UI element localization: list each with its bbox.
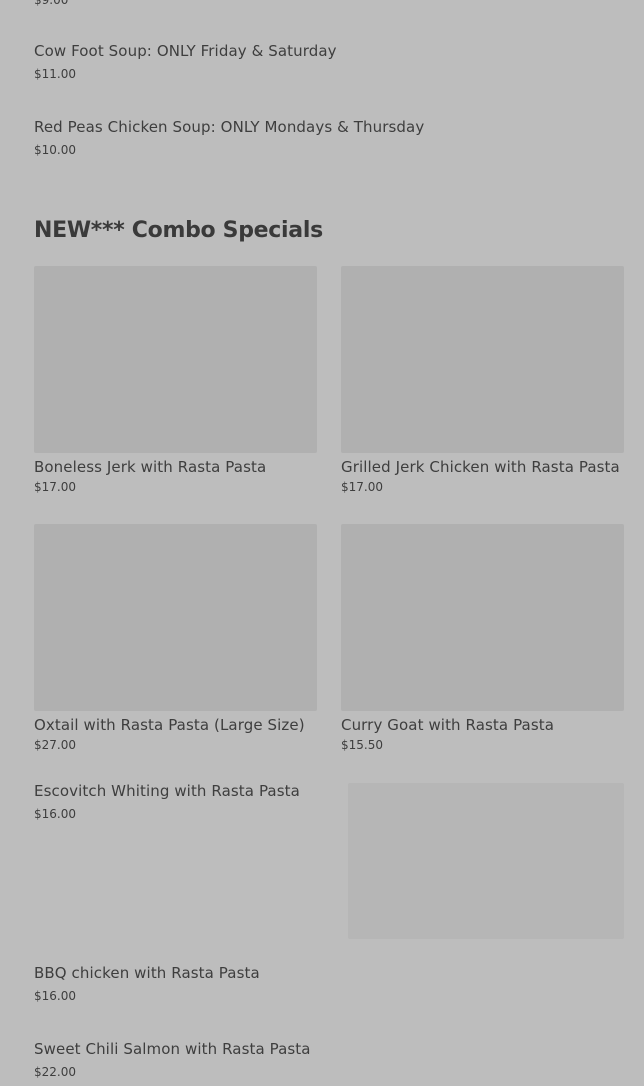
item-name: BBQ chicken with Rasta Pasta: [34, 964, 260, 982]
item-name: Oxtail with Rasta Pasta (Large Size): [34, 716, 305, 734]
combo-card-curry-goat[interactable]: Curry Goat with Rasta Pasta $15.50: [341, 524, 624, 753]
item-image: [341, 266, 624, 453]
section-heading-combo-specials: NEW*** Combo Specials: [34, 218, 323, 243]
combo-card-oxtail[interactable]: Oxtail with Rasta Pasta (Large Size) $27…: [34, 524, 317, 753]
item-name: Cow Foot Soup: ONLY Friday & Saturday: [34, 42, 337, 60]
item-price: $15.50: [341, 738, 383, 752]
combo-card-grilled-jerk-chicken[interactable]: Grilled Jerk Chicken with Rasta Pasta $1…: [341, 266, 624, 495]
item-price: $11.00: [34, 67, 76, 81]
item-name: Curry Goat with Rasta Pasta: [341, 716, 555, 734]
combo-card-escovitch-whiting[interactable]: Escovitch Whiting with Rasta Pasta $16.0…: [34, 781, 624, 939]
item-price: $17.00: [34, 480, 76, 494]
item-name: Boneless Jerk with Rasta Pasta: [34, 458, 267, 476]
item-name: Sweet Chili Salmon with Rasta Pasta: [34, 1040, 311, 1058]
item-image: [341, 524, 624, 711]
menu-item-cow-foot-soup[interactable]: Cow Foot Soup: ONLY Friday & Saturday $1…: [34, 41, 337, 82]
item-price: $17.00: [341, 480, 383, 494]
item-price: $16.00: [34, 989, 76, 1003]
item-price: $22.00: [34, 1065, 76, 1079]
item-price: $9.00: [34, 0, 69, 7]
menu-item-red-peas-soup[interactable]: Red Peas Chicken Soup: ONLY Mondays & Th…: [34, 117, 424, 158]
menu-item-bbq-chicken[interactable]: BBQ chicken with Rasta Pasta $16.00: [34, 963, 260, 1004]
menu-item-sweet-chili-salmon[interactable]: Sweet Chili Salmon with Rasta Pasta $22.…: [34, 1039, 311, 1080]
combo-card-boneless-jerk[interactable]: Boneless Jerk with Rasta Pasta $17.00: [34, 266, 317, 495]
menu-item-partial[interactable]: $9.00: [34, 0, 68, 8]
item-name: Red Peas Chicken Soup: ONLY Mondays & Th…: [34, 118, 425, 136]
item-image: [34, 524, 317, 711]
item-price: $27.00: [34, 738, 76, 752]
item-name: Grilled Jerk Chicken with Rasta Pasta: [341, 458, 620, 476]
item-image: [348, 783, 624, 939]
item-image: [34, 266, 317, 453]
item-price: $10.00: [34, 143, 76, 157]
